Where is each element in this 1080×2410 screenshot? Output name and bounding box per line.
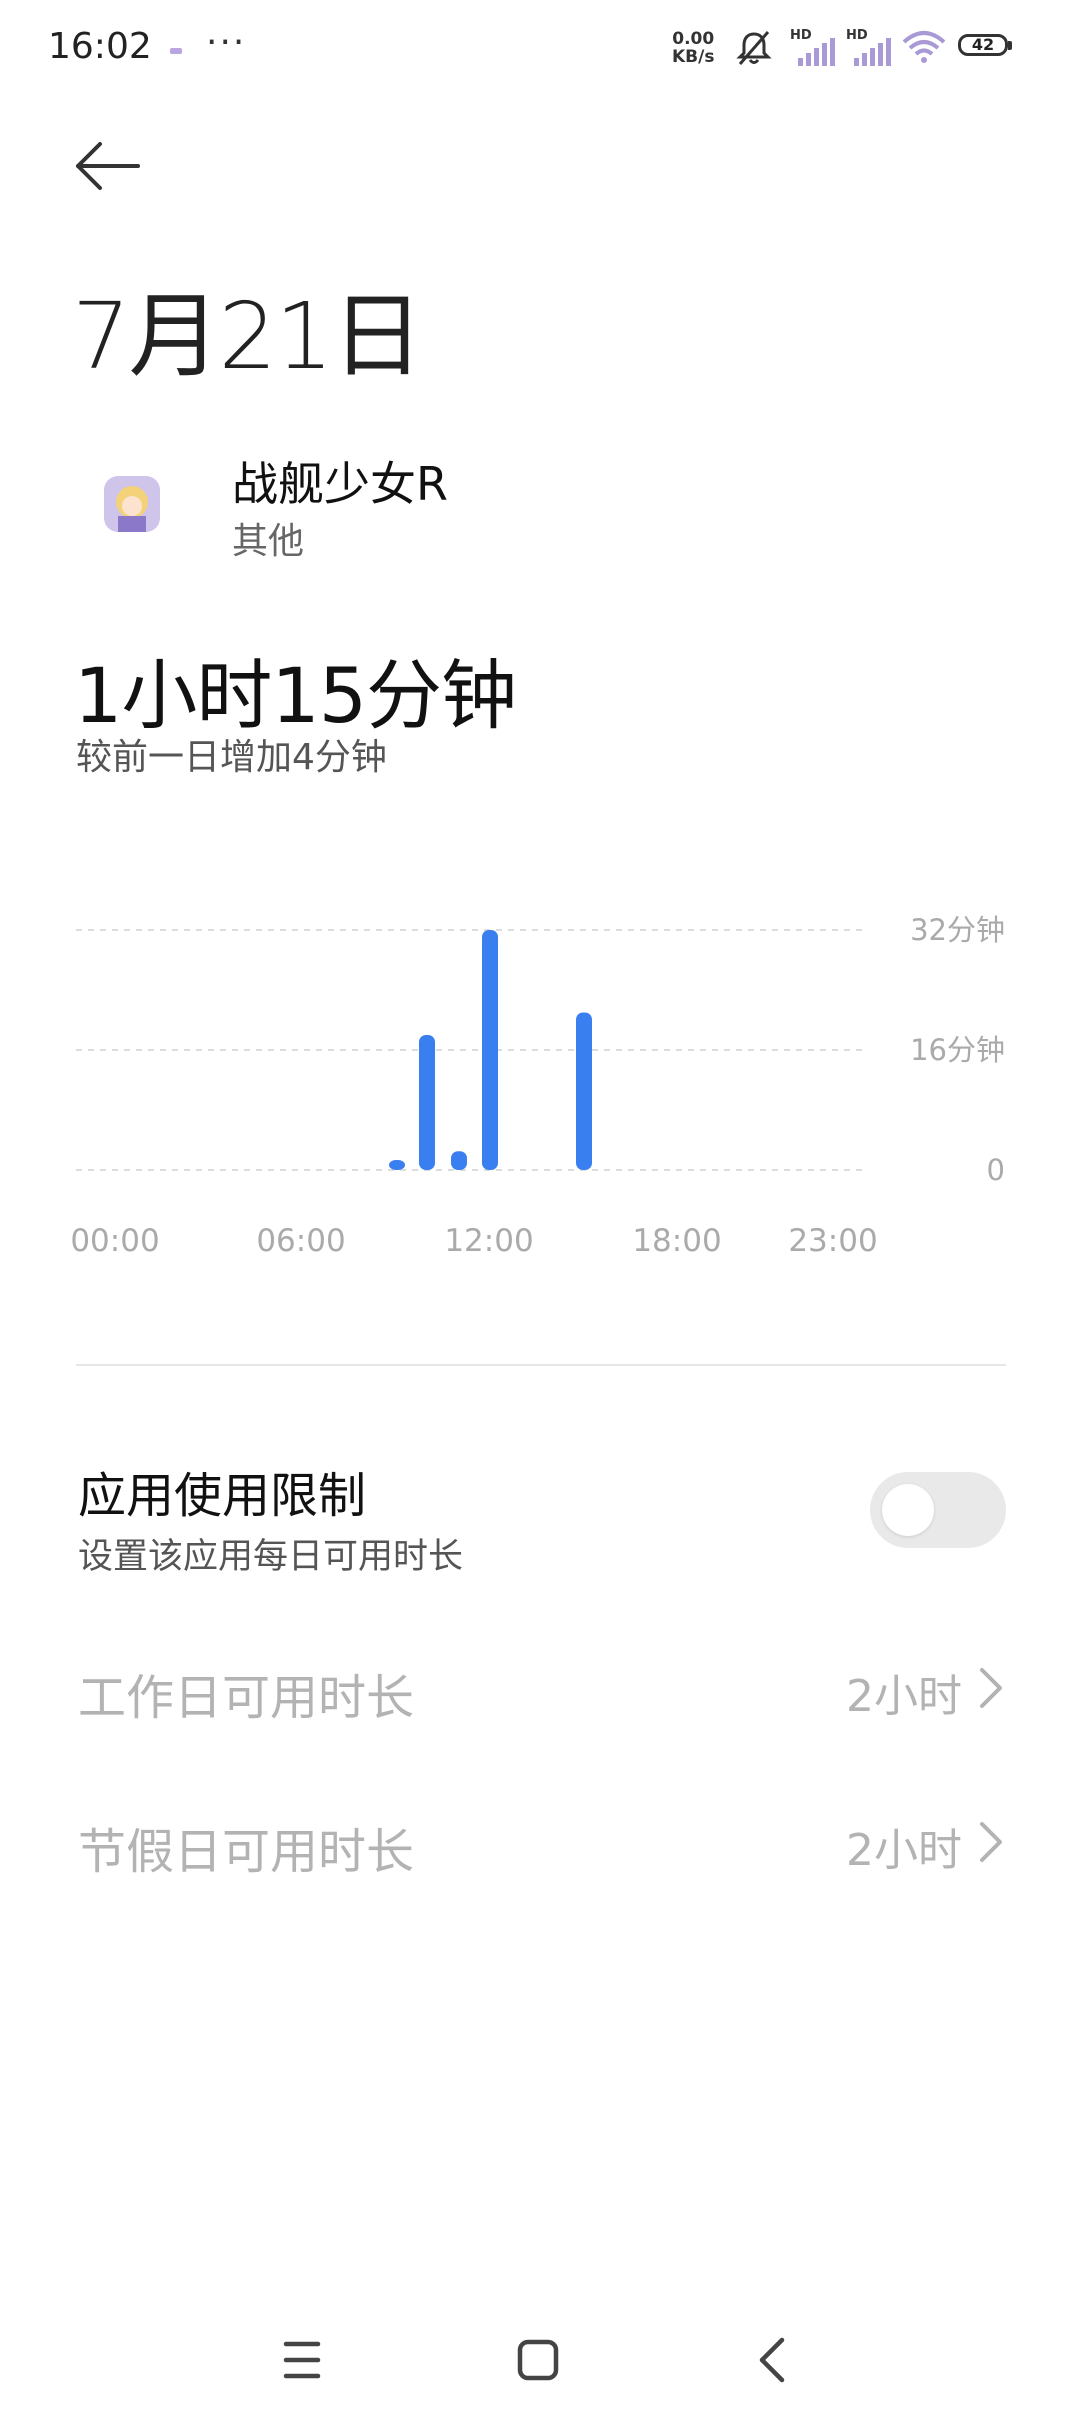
app-category: 其他 xyxy=(232,521,305,562)
chart-bar xyxy=(576,1012,592,1170)
signal-2-icon: HD xyxy=(846,28,894,66)
battery-tip xyxy=(1008,41,1012,50)
weekday-limit-label: 工作日可用时长 xyxy=(78,1670,415,1726)
limit-toggle[interactable] xyxy=(870,1472,1006,1548)
divider xyxy=(76,1364,1006,1366)
app-avatar-icon xyxy=(104,476,160,532)
signal-bars-2-icon xyxy=(854,38,891,66)
y-tick-label: 16分钟 xyxy=(910,1033,1005,1067)
page-title: 7月21日 xyxy=(72,283,424,390)
signal-1-icon: HD xyxy=(790,28,838,66)
more-notifications-icon: ··· xyxy=(206,22,247,63)
weekday-limit-row[interactable]: 工作日可用时长 2小时 xyxy=(0,1628,1080,1748)
x-tick-label: 12:00 xyxy=(444,1223,533,1259)
silent-bell-icon xyxy=(736,31,772,65)
chevron-right-icon xyxy=(980,1822,1002,1862)
app-icon xyxy=(104,476,160,532)
network-speed-unit: KB/s xyxy=(672,47,715,67)
arrow-left-icon xyxy=(76,142,140,190)
battery-icon: 42 xyxy=(958,34,1008,56)
usage-comparison: 较前一日增加4分钟 xyxy=(76,737,387,778)
holiday-limit-row[interactable]: 节假日可用时长 2小时 xyxy=(0,1782,1080,1902)
x-tick-label: 06:00 xyxy=(256,1223,345,1259)
y-tick-label: 0 xyxy=(987,1153,1005,1187)
home-button[interactable] xyxy=(488,2310,588,2410)
usage-chart: 32分钟 16分钟 0 00:00 06:00 12:00 18:00 23:00 xyxy=(70,913,1005,1259)
chevron-left-icon xyxy=(759,2337,785,2383)
weekday-limit-value: 2小时 xyxy=(846,1671,962,1722)
app-name: 战舰少女R xyxy=(232,457,448,511)
chart-bar xyxy=(482,930,498,1170)
chart-bar xyxy=(419,1035,435,1170)
limit-title: 应用使用限制 xyxy=(78,1468,367,1524)
signal-bars-1-icon xyxy=(798,38,835,66)
x-tick-label: 23:00 xyxy=(788,1223,877,1259)
nav-back-button[interactable] xyxy=(724,2310,824,2410)
network-speed-value: 0.00 xyxy=(672,29,715,49)
menu-icon xyxy=(283,2341,321,2379)
chevron-right-icon xyxy=(980,1668,1002,1708)
holiday-limit-label: 节假日可用时长 xyxy=(78,1824,415,1880)
home-icon xyxy=(517,2339,559,2381)
back-button[interactable] xyxy=(72,134,144,206)
chart-bar xyxy=(389,1160,405,1170)
holiday-limit-value: 2小时 xyxy=(846,1825,962,1876)
network-speed: 0.00 KB/s xyxy=(672,30,714,66)
chart-bar xyxy=(451,1151,467,1170)
x-tick-label: 00:00 xyxy=(70,1223,159,1259)
notification-indicator-icon xyxy=(170,48,182,54)
y-tick-label: 32分钟 xyxy=(910,913,1005,947)
x-tick-label: 18:00 xyxy=(632,1223,721,1259)
wifi-icon xyxy=(902,31,946,63)
toggle-knob xyxy=(882,1484,934,1536)
limit-description: 设置该应用每日可用时长 xyxy=(78,1537,464,1577)
menu-button[interactable] xyxy=(252,2310,352,2410)
status-time: 16:02 xyxy=(48,26,152,67)
